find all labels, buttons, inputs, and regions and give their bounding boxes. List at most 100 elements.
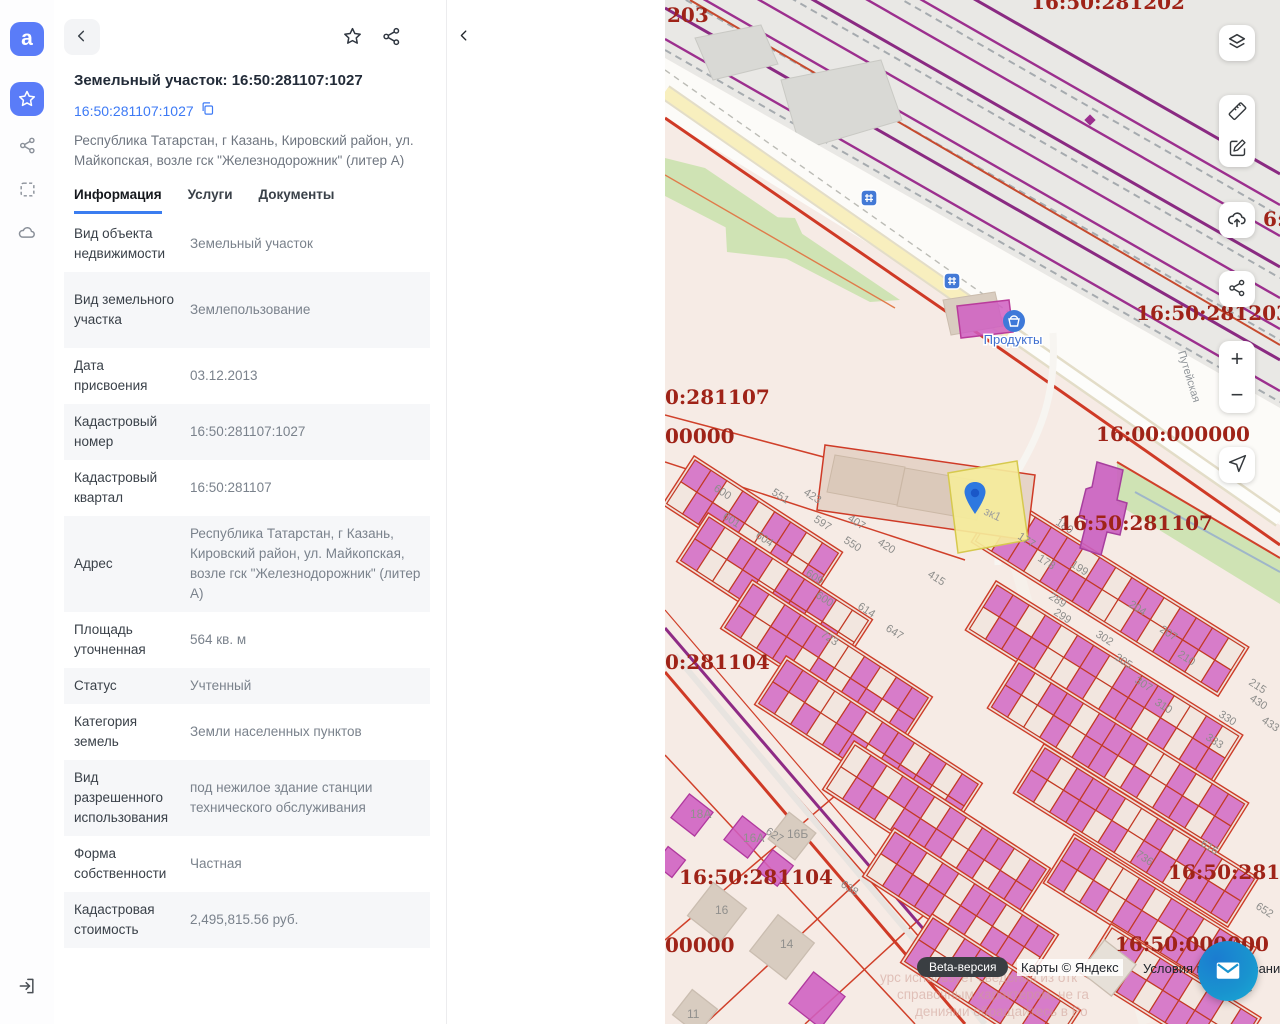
svg-text:16Б: 16Б	[787, 827, 808, 841]
ruler-button[interactable]	[1219, 95, 1255, 131]
cadastral-number-link[interactable]: 16:50:281107:1027	[74, 103, 194, 119]
row-value: Частная	[180, 854, 430, 874]
table-row: Вид объекта недвижимостиЗемельный участо…	[64, 216, 430, 272]
layers-control	[1219, 25, 1255, 61]
layers-button[interactable]	[1219, 25, 1255, 61]
back-button[interactable]	[64, 19, 100, 55]
row-label: Категория земель	[64, 712, 180, 752]
plus-icon: +	[1231, 346, 1244, 372]
upload-button[interactable]	[1219, 202, 1255, 238]
row-value: Учтенный	[180, 676, 430, 696]
envelope-icon	[1213, 955, 1243, 988]
favorites-button[interactable]	[10, 82, 44, 116]
row-label: Адрес	[64, 554, 180, 574]
row-value: Земельный участок	[180, 234, 430, 254]
row-value: 03.12.2013	[180, 366, 430, 386]
svg-text:18А: 18А	[690, 807, 711, 821]
attributes-table: Вид объекта недвижимостиЗемельный участо…	[64, 216, 430, 948]
page-title: Земельный участок: 16:50:281107:1027	[74, 72, 430, 89]
poi-label: Продукты	[984, 332, 1043, 347]
svg-text:16:50:281107: 16:50:281107	[1168, 860, 1280, 884]
share-object-button[interactable]	[381, 26, 402, 50]
edit-icon	[1227, 137, 1248, 161]
map-copyright[interactable]: Карты © Яндекс	[1017, 959, 1123, 976]
tab-0[interactable]: Информация	[74, 187, 162, 214]
upload-control	[1219, 202, 1255, 238]
zoom-in-button[interactable]: +	[1219, 341, 1255, 377]
share-nodes-icon	[18, 136, 37, 155]
map-share-button[interactable]	[1219, 271, 1255, 307]
tab-1[interactable]: Услуги	[188, 187, 233, 214]
share-nodes-icon	[381, 26, 402, 50]
svg-text:14: 14	[780, 937, 794, 951]
svg-text:16:50:281203: 16:50:281203	[1136, 301, 1280, 325]
table-row: Вид разрешенного использованияпод нежило…	[64, 760, 430, 836]
svg-text:11: 11	[687, 1007, 700, 1021]
row-label: Вид разрешенного использования	[64, 768, 180, 828]
select-area-button[interactable]	[10, 172, 44, 206]
row-label: Площадь уточненная	[64, 620, 180, 660]
selection-square-icon	[18, 180, 37, 199]
row-value: под нежилое здание станции технического …	[180, 778, 430, 818]
locate-button[interactable]	[1219, 447, 1255, 483]
svg-text:00000: 00000	[665, 933, 735, 957]
related-objects-button[interactable]	[10, 128, 44, 162]
app-logo[interactable]: a	[10, 22, 44, 56]
table-row: Форма собственностиЧастная	[64, 836, 430, 892]
tab-2[interactable]: Документы	[259, 187, 335, 214]
chevron-left-icon	[74, 28, 90, 47]
row-label: Кадастровый квартал	[64, 468, 180, 508]
svg-text:16А: 16А	[743, 831, 764, 845]
sign-in-button[interactable]	[10, 969, 44, 1003]
svg-text:16: 16	[715, 903, 729, 917]
cloud-upload-icon	[1226, 208, 1248, 233]
measure-draw-control	[1219, 95, 1255, 167]
navigation-arrow-icon	[1227, 453, 1248, 477]
svg-text:16:50:281104: 16:50:281104	[679, 865, 833, 889]
beta-badge: Beta-версия	[917, 957, 1008, 977]
sign-in-icon	[17, 976, 37, 996]
feedback-button[interactable]	[1198, 941, 1258, 1001]
left-icon-rail: a	[0, 0, 54, 1024]
svg-text:203: 203	[667, 3, 709, 27]
map-canvas[interactable]: Продукты 6006016045514235974075504204156…	[665, 0, 1280, 1024]
row-value: Земли населенных пунктов	[180, 722, 430, 742]
draw-button[interactable]	[1219, 131, 1255, 167]
table-row: СтатусУчтенный	[64, 668, 430, 704]
share-control	[1219, 271, 1255, 307]
collapse-panel-button[interactable]	[449, 22, 479, 52]
svg-text:0:281107: 0:281107	[665, 385, 770, 409]
svg-text:справочным характером, не га: справочным характером, не га	[897, 987, 1089, 1002]
zoom-out-button[interactable]: −	[1219, 377, 1255, 413]
table-row: АдресРеспублика Татарстан, г Казань, Кир…	[64, 516, 430, 612]
table-row: Площадь уточненная564 кв. м	[64, 612, 430, 668]
svg-text:6:: 6:	[1263, 207, 1280, 231]
panel-header	[64, 0, 430, 64]
object-address: Республика Татарстан, г Казань, Кировски…	[74, 131, 424, 171]
svg-text:16:50:281107: 16:50:281107	[1059, 511, 1213, 535]
row-label: Статус	[64, 676, 180, 696]
favorite-object-button[interactable]	[342, 26, 363, 50]
star-icon	[17, 89, 37, 109]
row-value: 2,495,815.56 руб.	[180, 910, 430, 930]
row-label: Вид объекта недвижимости	[64, 224, 180, 264]
row-value: Землепользование	[180, 300, 430, 320]
row-value: 16:50:281107:1027	[180, 422, 430, 442]
svg-text:0:281104: 0:281104	[665, 650, 770, 674]
svg-text:16:00:000000: 16:00:000000	[1096, 422, 1250, 446]
secondary-panel	[447, 0, 665, 1024]
layers-icon	[1226, 31, 1248, 56]
zoom-control: + −	[1219, 341, 1255, 413]
table-row: Вид земельного участкаЗемлепользование	[64, 272, 430, 348]
share-nodes-icon	[1227, 278, 1247, 301]
cloud-button[interactable]	[10, 216, 44, 250]
svg-text:00000: 00000	[665, 424, 735, 448]
cloud-icon	[17, 223, 37, 243]
row-value: 564 кв. м	[180, 630, 430, 650]
row-value: 16:50:281107	[180, 478, 430, 498]
table-row: Дата присвоения03.12.2013	[64, 348, 430, 404]
star-icon	[342, 26, 363, 50]
object-detail-panel: Земельный участок: 16:50:281107:1027 16:…	[54, 0, 447, 1024]
copy-icon[interactable]	[200, 101, 215, 121]
table-row: Категория земельЗемли населенных пунктов	[64, 704, 430, 760]
